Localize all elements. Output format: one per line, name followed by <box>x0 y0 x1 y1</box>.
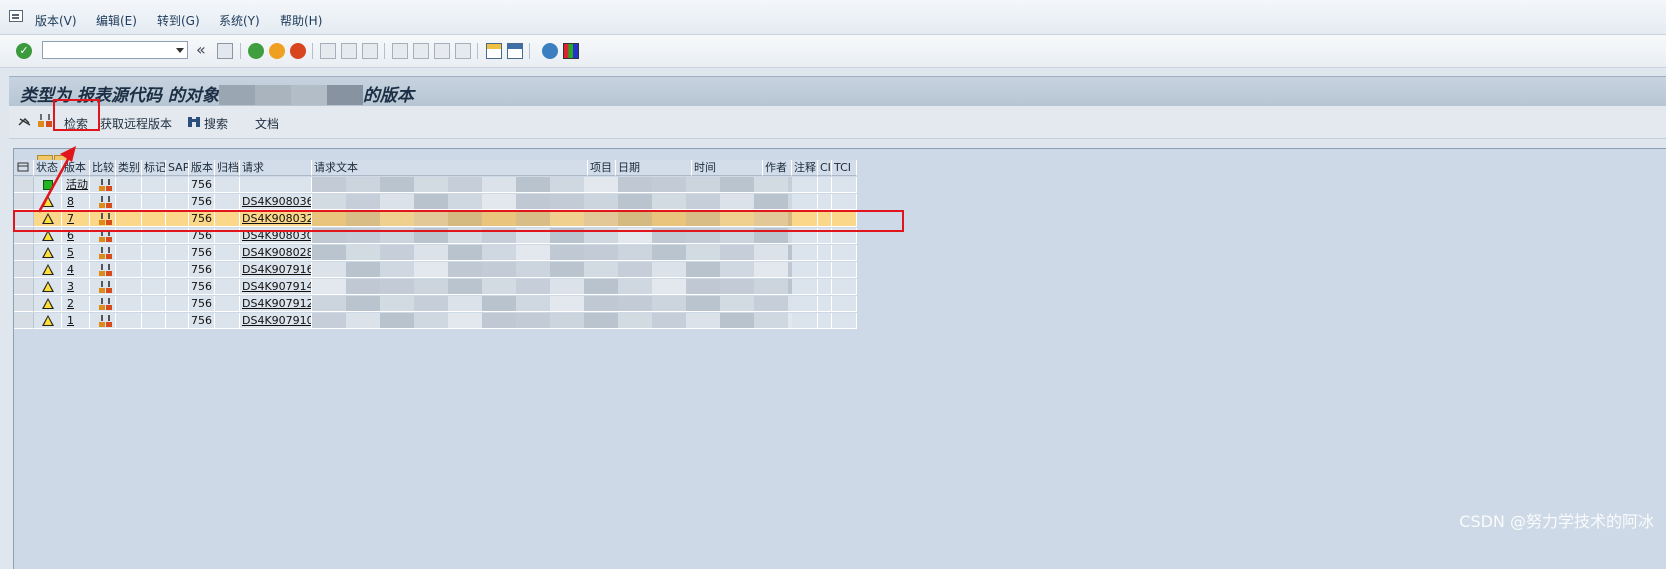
watermark: CSDN @努力学技术的阿冰 <box>1459 512 1654 531</box>
annotation-arrow <box>37 146 76 213</box>
